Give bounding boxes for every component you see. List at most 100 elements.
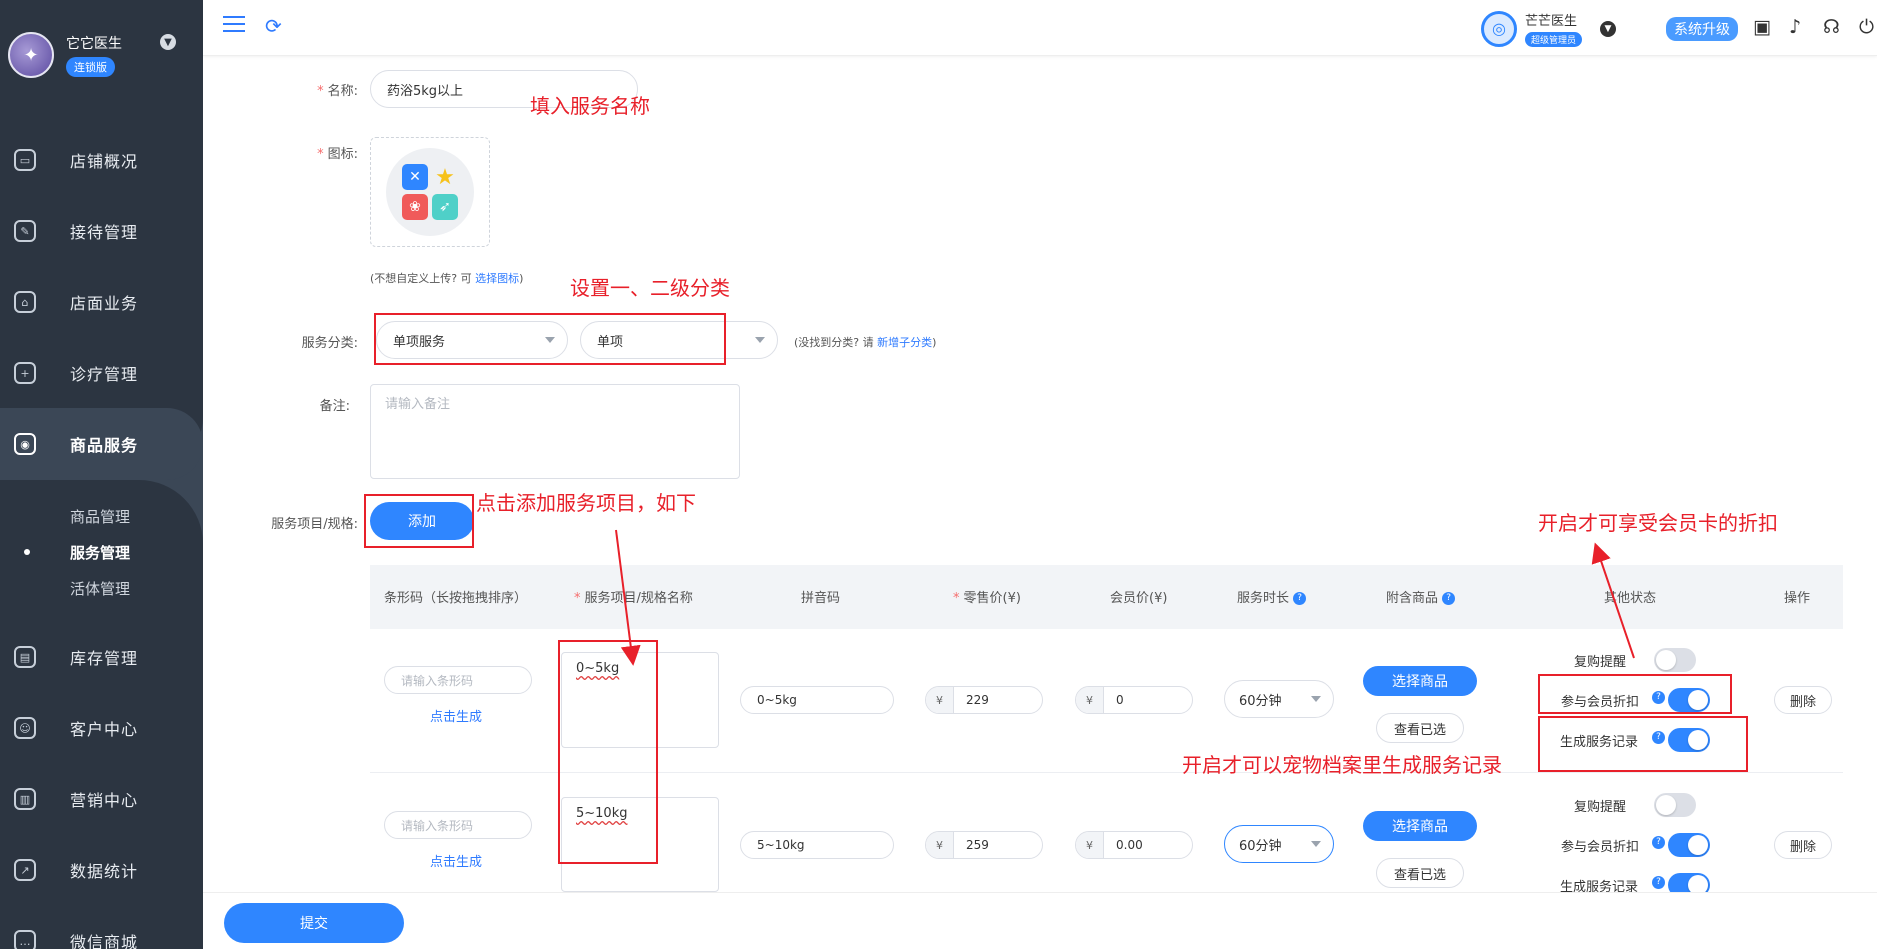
box-icon: ▤ <box>14 646 36 668</box>
stats-icon: ↗ <box>14 859 36 881</box>
member-discount-toggle[interactable] <box>1668 833 1710 857</box>
user-icon: ☺ <box>14 717 36 739</box>
icon-hint: (不想自定义上传? 可 选择图标) <box>370 272 524 285</box>
icon-uploader[interactable]: ✕ ★ ❀ ➶ <box>370 137 490 247</box>
sidebar-item-label: 微信商城 <box>70 933 139 949</box>
th-name: * 服务项目/规格名称 <box>574 591 693 606</box>
star-icon: ★ <box>435 164 455 190</box>
delete-button[interactable]: 删除 <box>1774 686 1832 714</box>
bottom-bar <box>203 892 1877 949</box>
user-name: 芒芒医生 <box>1525 14 1578 29</box>
brand-name: 它它医生 <box>66 36 122 52</box>
repurchase-reminder-toggle[interactable] <box>1654 793 1696 817</box>
sidebar-item-customers[interactable]: ☺ 客户中心 <box>0 708 203 748</box>
medkit-icon: + <box>14 362 36 384</box>
items-label: 服务项目/规格: <box>271 517 358 532</box>
brand: ✦ 它它医生 连锁版 <box>8 32 122 78</box>
category-label: 服务分类: <box>301 336 358 351</box>
refresh-icon[interactable]: ⟳ <box>265 14 282 38</box>
remark-textarea[interactable]: 请输入备注 <box>370 384 740 479</box>
brand-logo: ✦ <box>8 32 54 78</box>
sidebar-item-diagnosis[interactable]: + 诊疗管理 <box>0 353 203 393</box>
barcode-input[interactable]: 请输入条形码 <box>384 666 532 694</box>
member-price-input[interactable]: ¥0.00 <box>1075 831 1193 859</box>
th-member: 会员价(¥) <box>1110 591 1168 606</box>
submit-button[interactable]: 提交 <box>224 903 404 943</box>
service-icon-preview: ✕ ★ ❀ ➶ <box>386 148 474 236</box>
pinyin-input[interactable]: 0~5kg <box>740 686 894 714</box>
sidebar-item-label: 数据统计 <box>70 862 139 881</box>
category-hint: (没找到分类? 请 新增子分类) <box>794 336 937 349</box>
brand-badge: 连锁版 <box>66 57 115 77</box>
chevron-down-icon[interactable]: ▼ <box>1600 21 1616 37</box>
th-barcode: 条形码（长按拖拽排序） <box>384 591 528 606</box>
rocket-icon: ➶ <box>432 194 458 220</box>
bag-icon: ◉ <box>14 433 36 455</box>
sidebar-item-label: 店铺概况 <box>70 152 139 171</box>
annotation-discount: 开启才可享受会员卡的折扣 <box>1538 511 1778 535</box>
sidebar-item-label: 客户中心 <box>70 720 139 739</box>
monitor-icon: ▭ <box>14 149 36 171</box>
select-goods-button[interactable]: 选择商品 <box>1363 666 1477 696</box>
add-subcategory-link[interactable]: 新增子分类 <box>877 336 932 349</box>
barcode-input[interactable]: 请输入条形码 <box>384 811 532 839</box>
select-goods-button[interactable]: 选择商品 <box>1363 811 1477 841</box>
paw-icon: ❀ <box>402 194 428 220</box>
th-pinyin: 拼音码 <box>801 591 841 606</box>
help-icon[interactable]: ? <box>1293 592 1307 605</box>
help-icon[interactable]: ? <box>1442 592 1456 605</box>
retail-price-input[interactable]: ¥229 <box>925 686 1043 714</box>
member-discount-label: 参与会员折扣 <box>1561 840 1640 855</box>
sidebar-item-label: 商品服务 <box>70 436 139 455</box>
sidebar-item-label: 营销中心 <box>70 791 139 810</box>
subitem-goods-management[interactable]: 商品管理 <box>70 506 130 527</box>
member-price-input[interactable]: ¥0 <box>1075 686 1193 714</box>
view-selected-button[interactable]: 查看已选 <box>1376 858 1464 888</box>
sidebar-item-wechat-mall[interactable]: … 微信商城 <box>0 921 203 949</box>
sidebar-item-label: 诊疗管理 <box>70 365 139 384</box>
bell-icon[interactable]: ♪ <box>1789 16 1801 38</box>
sidebar-item-store-business[interactable]: ⌂ 店面业务 <box>0 282 203 322</box>
remark-label: 备注: <box>319 399 350 414</box>
logout-icon[interactable]: ⏻ <box>1859 16 1874 38</box>
subitem-live-management[interactable]: 活体管理 <box>70 578 130 599</box>
th-attached: 附含商品 ? <box>1386 587 1456 606</box>
sidebar-item-inventory[interactable]: ▤ 库存管理 <box>0 637 203 677</box>
menu-icon[interactable] <box>223 16 245 34</box>
repurchase-reminder-toggle[interactable] <box>1654 648 1696 672</box>
subitem-service-management[interactable]: 服务管理 <box>70 542 130 563</box>
duration-select[interactable]: 60分钟 <box>1224 680 1334 718</box>
annotation-name: 填入服务名称 <box>530 94 650 118</box>
help-icon[interactable]: ? <box>1652 876 1665 889</box>
generate-barcode-link[interactable]: 点击生成 <box>430 706 482 725</box>
headset-icon[interactable]: ☊ <box>1823 16 1840 38</box>
bone-icon: ✕ <box>402 164 428 190</box>
topbar: ⟳ ◎ 芒芒医生 超级管理员 ▼ 系统升级 ▣ ♪ ☊ ⏻ <box>203 0 1877 56</box>
sidebar: ✦ 它它医生 连锁版 ▼ ▭ 店铺概况 ✎ 接待管理 ⌂ 店面业务 + 诊疗管理… <box>0 0 203 949</box>
th-retail: * 零售价(¥) <box>953 591 1021 606</box>
annotation-add: 点击添加服务项目，如下 <box>476 491 696 515</box>
calendar-icon[interactable]: ▣ <box>1753 16 1771 38</box>
upgrade-button[interactable]: 系统升级 <box>1666 17 1738 41</box>
view-selected-button[interactable]: 查看已选 <box>1376 713 1464 743</box>
annotation-name-column-box <box>558 640 658 864</box>
delete-button[interactable]: 删除 <box>1774 831 1832 859</box>
sidebar-item-goods-service[interactable]: ◉ 商品服务 <box>0 424 203 464</box>
choose-icon-link[interactable]: 选择图标 <box>475 272 519 285</box>
active-dot <box>24 549 30 555</box>
chevron-down-icon[interactable]: ▼ <box>160 34 176 50</box>
sidebar-item-overview[interactable]: ▭ 店铺概况 <box>0 140 203 180</box>
user-role-badge: 超级管理员 <box>1525 32 1583 47</box>
sidebar-item-marketing[interactable]: ▥ 营销中心 <box>0 779 203 819</box>
help-icon[interactable]: ? <box>1652 836 1665 849</box>
duration-select[interactable]: 60分钟 <box>1224 825 1334 863</box>
home-icon: ⌂ <box>14 291 36 313</box>
sidebar-item-statistics[interactable]: ↗ 数据统计 <box>0 850 203 890</box>
pinyin-input[interactable]: 5~10kg <box>740 831 894 859</box>
retail-price-input[interactable]: ¥259 <box>925 831 1043 859</box>
sidebar-item-reception[interactable]: ✎ 接待管理 <box>0 211 203 251</box>
user-profile[interactable]: ◎ 芒芒医生 超级管理员 <box>1481 10 1583 47</box>
th-status: 其他状态 <box>1604 591 1657 606</box>
annotation-category: 设置一、二级分类 <box>570 276 730 300</box>
generate-barcode-link[interactable]: 点击生成 <box>430 851 482 870</box>
